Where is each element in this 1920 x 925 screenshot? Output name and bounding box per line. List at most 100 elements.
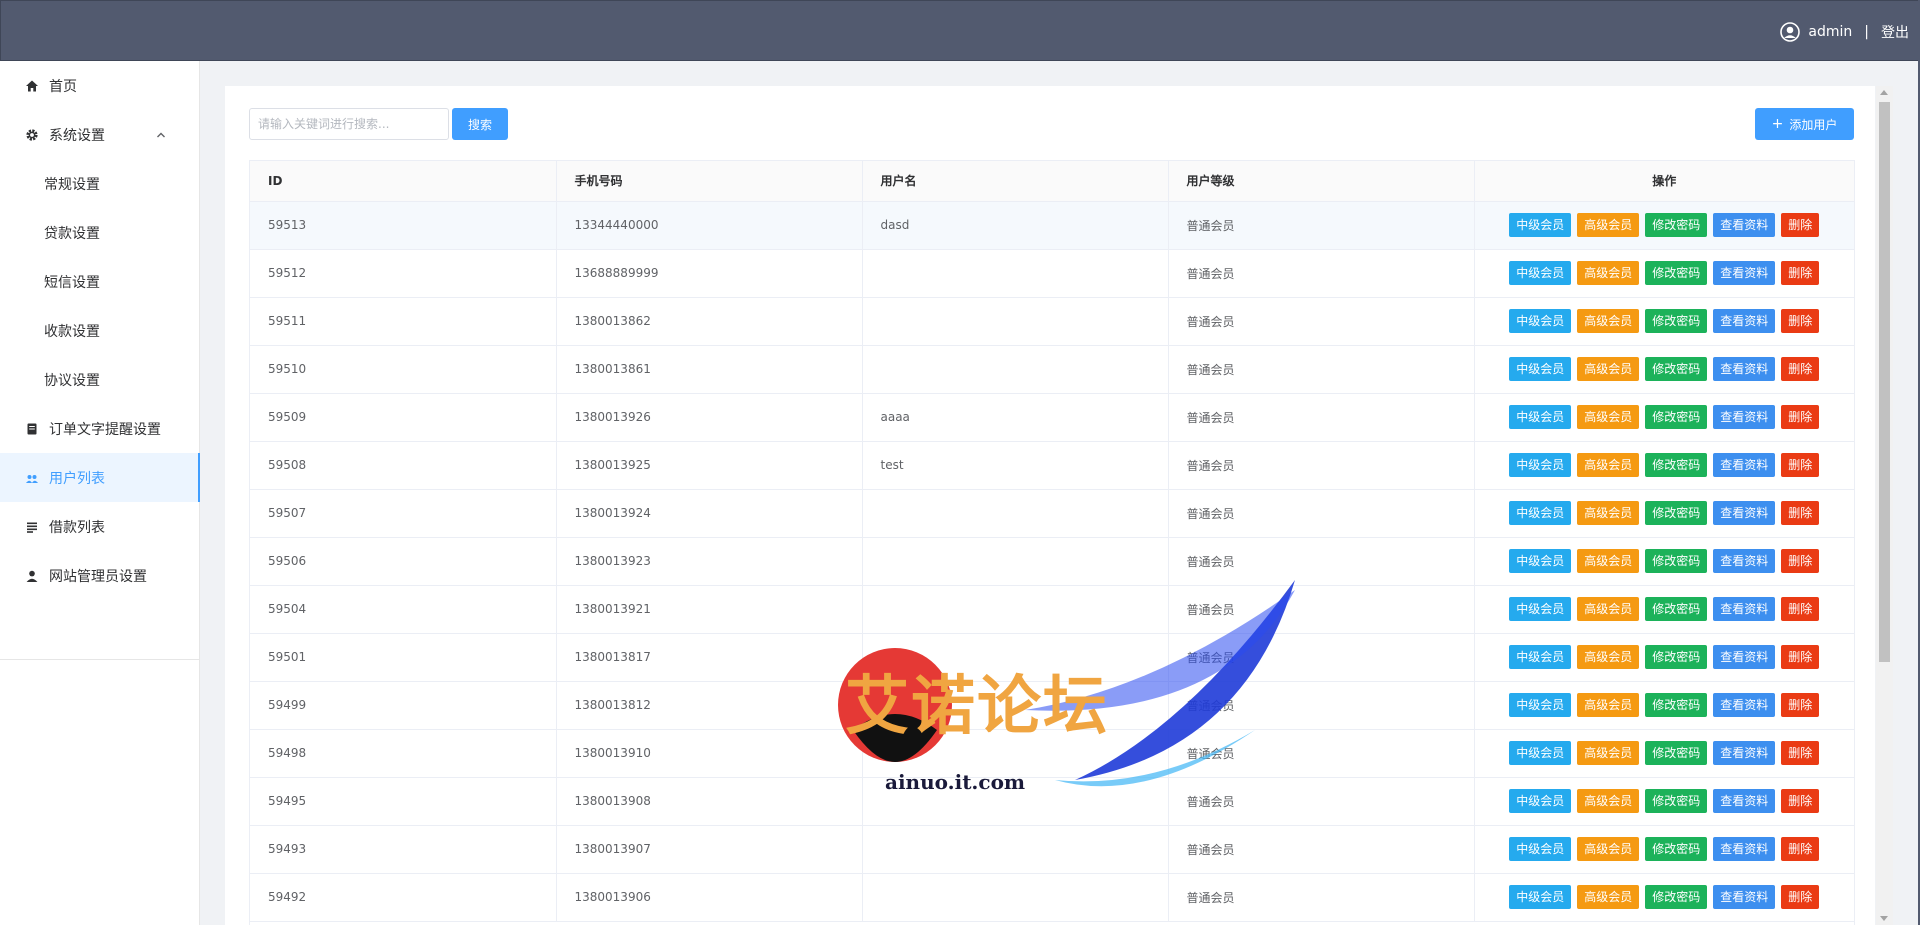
- delete-button[interactable]: 删除: [1781, 597, 1820, 621]
- scrollbar-thumb[interactable]: [1879, 102, 1890, 662]
- change-password-button[interactable]: 修改密码: [1645, 789, 1708, 813]
- change-password-button[interactable]: 修改密码: [1645, 693, 1708, 717]
- delete-button[interactable]: 删除: [1781, 885, 1820, 909]
- sidebar-item-agreement-settings[interactable]: 协议设置: [0, 355, 199, 404]
- change-password-button[interactable]: 修改密码: [1645, 549, 1708, 573]
- sidebar-item-general-settings[interactable]: 常规设置: [0, 159, 199, 208]
- high-member-button[interactable]: 高级会员: [1577, 309, 1640, 333]
- mid-member-button[interactable]: 中级会员: [1509, 213, 1572, 237]
- sidebar-item-sms-settings[interactable]: 短信设置: [0, 257, 199, 306]
- scroll-down-arrow-icon[interactable]: [1880, 916, 1888, 921]
- view-profile-button[interactable]: 查看资料: [1713, 549, 1776, 573]
- high-member-button[interactable]: 高级会员: [1577, 549, 1640, 573]
- sidebar-item-user-list[interactable]: 用户列表: [0, 453, 200, 502]
- delete-button[interactable]: 删除: [1781, 741, 1820, 765]
- delete-button[interactable]: 删除: [1781, 261, 1820, 285]
- cell-id: 59492: [250, 873, 557, 922]
- high-member-button[interactable]: 高级会员: [1577, 837, 1640, 861]
- plus-icon: +: [1771, 116, 1784, 132]
- view-profile-button[interactable]: 查看资料: [1713, 261, 1776, 285]
- change-password-button[interactable]: 修改密码: [1645, 885, 1708, 909]
- change-password-button[interactable]: 修改密码: [1645, 213, 1708, 237]
- delete-button[interactable]: 删除: [1781, 645, 1820, 669]
- view-profile-button[interactable]: 查看资料: [1713, 597, 1776, 621]
- sidebar-item-loan-list[interactable]: 借款列表: [0, 502, 199, 551]
- high-member-button[interactable]: 高级会员: [1577, 261, 1640, 285]
- change-password-button[interactable]: 修改密码: [1645, 357, 1708, 381]
- view-profile-button[interactable]: 查看资料: [1713, 357, 1776, 381]
- add-user-button[interactable]: + 添加用户: [1755, 108, 1854, 140]
- mid-member-button[interactable]: 中级会员: [1509, 645, 1572, 669]
- sidebar-item-order-reminder-settings[interactable]: 订单文字提醒设置: [0, 404, 199, 453]
- search-input[interactable]: [249, 108, 449, 140]
- delete-button[interactable]: 删除: [1781, 213, 1820, 237]
- change-password-button[interactable]: 修改密码: [1645, 837, 1708, 861]
- user-avatar-icon[interactable]: [1780, 21, 1801, 42]
- username-label[interactable]: admin: [1808, 24, 1852, 40]
- change-password-button[interactable]: 修改密码: [1645, 453, 1708, 477]
- delete-button[interactable]: 删除: [1781, 405, 1820, 429]
- view-profile-button[interactable]: 查看资料: [1713, 213, 1776, 237]
- high-member-button[interactable]: 高级会员: [1577, 501, 1640, 525]
- high-member-button[interactable]: 高级会员: [1577, 645, 1640, 669]
- view-profile-button[interactable]: 查看资料: [1713, 693, 1776, 717]
- change-password-button[interactable]: 修改密码: [1645, 405, 1708, 429]
- high-member-button[interactable]: 高级会员: [1577, 741, 1640, 765]
- delete-button[interactable]: 删除: [1781, 357, 1820, 381]
- mid-member-button[interactable]: 中级会员: [1509, 741, 1572, 765]
- change-password-button[interactable]: 修改密码: [1645, 309, 1708, 333]
- delete-button[interactable]: 删除: [1781, 309, 1820, 333]
- mid-member-button[interactable]: 中级会员: [1509, 405, 1572, 429]
- change-password-button[interactable]: 修改密码: [1645, 501, 1708, 525]
- view-profile-button[interactable]: 查看资料: [1713, 309, 1776, 333]
- scroll-up-arrow-icon[interactable]: [1880, 90, 1888, 95]
- mid-member-button[interactable]: 中级会员: [1509, 261, 1572, 285]
- view-profile-button[interactable]: 查看资料: [1713, 789, 1776, 813]
- mid-member-button[interactable]: 中级会员: [1509, 597, 1572, 621]
- page-scrollbar[interactable]: [1876, 86, 1893, 925]
- delete-button[interactable]: 删除: [1781, 693, 1820, 717]
- high-member-button[interactable]: 高级会员: [1577, 213, 1640, 237]
- high-member-button[interactable]: 高级会员: [1577, 597, 1640, 621]
- sidebar-item-system-settings[interactable]: 系统设置: [0, 110, 199, 159]
- mid-member-button[interactable]: 中级会员: [1509, 837, 1572, 861]
- view-profile-button[interactable]: 查看资料: [1713, 453, 1776, 477]
- high-member-button[interactable]: 高级会员: [1577, 789, 1640, 813]
- mid-member-button[interactable]: 中级会员: [1509, 501, 1572, 525]
- view-profile-button[interactable]: 查看资料: [1713, 837, 1776, 861]
- change-password-button[interactable]: 修改密码: [1645, 597, 1708, 621]
- high-member-button[interactable]: 高级会员: [1577, 885, 1640, 909]
- search-button[interactable]: 搜索: [452, 108, 508, 140]
- mid-member-button[interactable]: 中级会员: [1509, 309, 1572, 333]
- sidebar-item-loan-settings[interactable]: 贷款设置: [0, 208, 199, 257]
- mid-member-button[interactable]: 中级会员: [1509, 885, 1572, 909]
- delete-button[interactable]: 删除: [1781, 549, 1820, 573]
- view-profile-button[interactable]: 查看资料: [1713, 885, 1776, 909]
- sidebar-item-payment-settings[interactable]: 收款设置: [0, 306, 199, 355]
- cell-actions: 中级会员 高级会员 修改密码 查看资料 删除: [1474, 393, 1854, 442]
- delete-button[interactable]: 删除: [1781, 837, 1820, 861]
- high-member-button[interactable]: 高级会员: [1577, 357, 1640, 381]
- view-profile-button[interactable]: 查看资料: [1713, 645, 1776, 669]
- view-profile-button[interactable]: 查看资料: [1713, 501, 1776, 525]
- sidebar-item-home[interactable]: 首页: [0, 61, 199, 110]
- mid-member-button[interactable]: 中级会员: [1509, 357, 1572, 381]
- delete-button[interactable]: 删除: [1781, 789, 1820, 813]
- change-password-button[interactable]: 修改密码: [1645, 261, 1708, 285]
- change-password-button[interactable]: 修改密码: [1645, 645, 1708, 669]
- high-member-button[interactable]: 高级会员: [1577, 693, 1640, 717]
- chevron-up-icon[interactable]: [156, 130, 166, 140]
- mid-member-button[interactable]: 中级会员: [1509, 789, 1572, 813]
- view-profile-button[interactable]: 查看资料: [1713, 741, 1776, 765]
- mid-member-button[interactable]: 中级会员: [1509, 693, 1572, 717]
- logout-link[interactable]: 登出: [1881, 22, 1909, 42]
- high-member-button[interactable]: 高级会员: [1577, 405, 1640, 429]
- mid-member-button[interactable]: 中级会员: [1509, 453, 1572, 477]
- delete-button[interactable]: 删除: [1781, 453, 1820, 477]
- delete-button[interactable]: 删除: [1781, 501, 1820, 525]
- view-profile-button[interactable]: 查看资料: [1713, 405, 1776, 429]
- change-password-button[interactable]: 修改密码: [1645, 741, 1708, 765]
- sidebar-item-site-admin-settings[interactable]: 网站管理员设置: [0, 551, 199, 600]
- high-member-button[interactable]: 高级会员: [1577, 453, 1640, 477]
- mid-member-button[interactable]: 中级会员: [1509, 549, 1572, 573]
